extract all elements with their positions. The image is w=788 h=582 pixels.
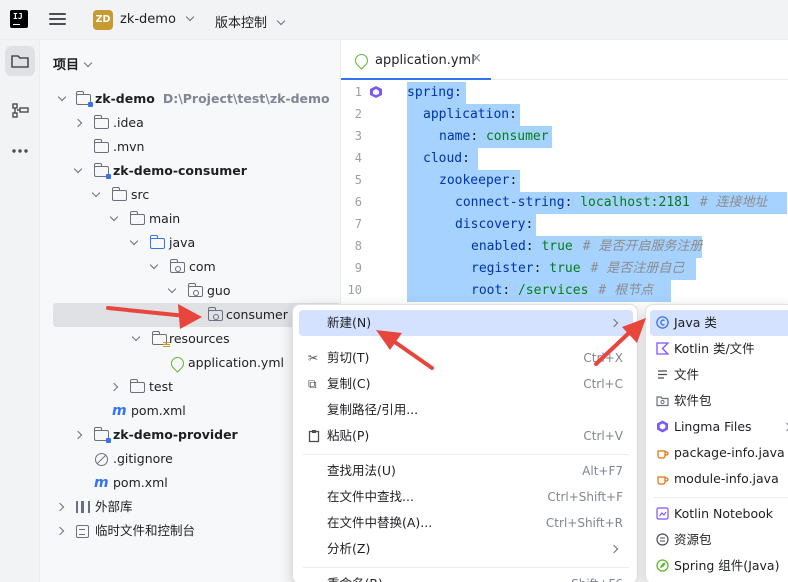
annotation-arrows (106, 304, 646, 370)
annotation-arrow-new (376, 330, 434, 370)
annotation-arrow-consumer (106, 304, 202, 329)
annotation-arrow-java-class (594, 318, 646, 366)
